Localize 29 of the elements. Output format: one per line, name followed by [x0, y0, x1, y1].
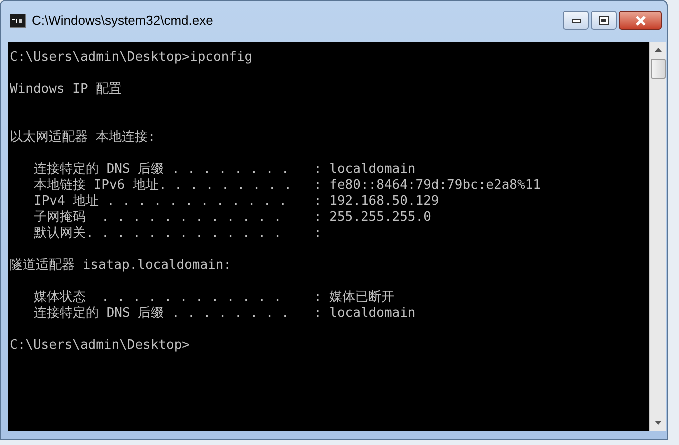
- close-icon: [634, 16, 646, 26]
- entry-label: 媒体状态 . . . . . . . . . . . .: [34, 290, 283, 306]
- entry-label: 连接特定的 DNS 后缀 . . . . . . . .: [34, 306, 290, 322]
- console-icon: [10, 14, 26, 28]
- command-prompt: C:\Users\admin\Desktop>ipconfig: [9, 50, 253, 66]
- entry-label: 子网掩码 . . . . . . . . . . . .: [34, 210, 283, 226]
- entry-value: : localdomain: [314, 306, 416, 322]
- section-title: Windows IP 配置: [9, 82, 122, 98]
- adapter-heading: 隧道适配器 isatap.localdomain:: [9, 258, 232, 274]
- entry-label: 默认网关. . . . . . . . . . . . .: [34, 226, 283, 242]
- minimize-button[interactable]: [563, 11, 589, 30]
- entry-value: : localdomain: [314, 162, 416, 178]
- entry-value: :: [314, 226, 322, 242]
- entry-value: : 255.255.255.0: [314, 210, 432, 226]
- scrollbar-thumb[interactable]: [650, 59, 666, 79]
- command-prompt: C:\Users\admin\Desktop>: [9, 338, 190, 354]
- window-title: C:\Windows\system32\cmd.exe: [32, 12, 214, 30]
- entry-value: : 媒体已断开: [314, 290, 395, 306]
- entry-value: : 192.168.50.129: [314, 194, 440, 210]
- entry-label: 连接特定的 DNS 后缀 . . . . . . . .: [34, 162, 290, 178]
- maximize-icon: [599, 16, 609, 25]
- close-button[interactable]: [619, 11, 662, 30]
- entry-label: 本地链接 IPv6 地址. . . . . . . . .: [34, 178, 294, 194]
- maximize-button[interactable]: [591, 11, 617, 30]
- adapter-heading: 以太网适配器 本地连接:: [9, 130, 156, 146]
- scrollbar[interactable]: [649, 42, 666, 431]
- entry-label: IPv4 地址 . . . . . . . . . . . .: [34, 194, 288, 210]
- minimize-icon: [572, 18, 580, 22]
- entry-value: : fe80::8464:79d:79bc:e2a8%11: [314, 178, 541, 194]
